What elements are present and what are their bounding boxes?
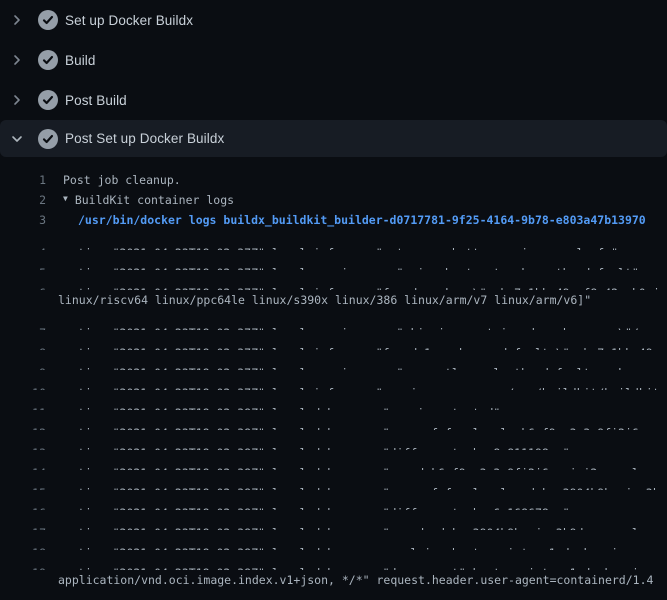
log-line: 10 time="2021-04-23T18:02:37Z" level=inf… xyxy=(0,370,667,390)
chevron-right-icon xyxy=(10,53,24,67)
log-line-text: Post job cleanup. xyxy=(46,170,181,190)
log-line: 19 time="2021-04-23T18:02:38Z" level=deb… xyxy=(0,550,667,570)
check-circle-icon xyxy=(38,90,58,110)
log-line-number[interactable]: 13 xyxy=(0,443,46,450)
log-line: 17 time="2021-04-23T18:02:38Z" level=deb… xyxy=(0,510,667,530)
log-line: 14 time="2021-04-23T18:02:38Z" level=deb… xyxy=(0,450,667,470)
log-line-number[interactable]: 14 xyxy=(0,463,46,470)
log-line-number[interactable]: 7 xyxy=(0,323,46,330)
log-line-number[interactable]: 10 xyxy=(0,383,46,390)
steps-list: Set up Docker Buildx Build Post Bu xyxy=(0,0,667,157)
log-line: 4 time="2021-04-23T18:02:37Z" level=info… xyxy=(0,230,667,250)
log-line: 11 time="2021-04-23T18:02:38Z" level=deb… xyxy=(0,390,667,410)
log-line-number[interactable]: 18 xyxy=(0,543,46,550)
log-line-text: time="2021-04-23T18:02:38Z" level=debug … xyxy=(46,423,660,430)
log-line-text: time="2021-04-23T18:02:38Z" level=debug … xyxy=(46,443,570,450)
log-line: 18 time="2021-04-23T18:02:38Z" level=deb… xyxy=(0,530,667,550)
step-label: Post Set up Docker Buildx xyxy=(65,131,224,146)
log-line-number[interactable]: 11 xyxy=(0,403,46,410)
log-line: 7 time="2021-04-23T18:02:37Z" level=warn… xyxy=(0,310,667,330)
log-line-number[interactable]: 5 xyxy=(0,263,46,270)
command-text: /usr/bin/docker logs buildx_buildkit_bui… xyxy=(46,210,646,230)
log-line-number[interactable]: 1 xyxy=(0,170,46,190)
log-line-text: time="2021-04-23T18:02:38Z" level=debug … xyxy=(46,503,570,510)
step-header-set-up-docker-buildx[interactable]: Set up Docker Buildx xyxy=(0,0,667,40)
log-line-text: time="2021-04-23T18:02:37Z" level=info m… xyxy=(46,283,660,290)
log-line-number[interactable]: 16 xyxy=(0,503,46,510)
log-line-number[interactable]: 8 xyxy=(0,343,46,350)
log-line-number[interactable]: 12 xyxy=(0,423,46,430)
log-line-number[interactable]: 4 xyxy=(0,243,46,250)
group-toggle[interactable]: ▼ BuildKit container logs xyxy=(46,190,234,210)
collapse-triangle-icon: ▼ xyxy=(63,190,68,209)
log-line-text: time="2021-04-23T18:02:38Z" level=debug … xyxy=(46,403,500,410)
log-line-number[interactable]: 9 xyxy=(0,363,46,370)
log-line: 16 time="2021-04-23T18:02:38Z" level=deb… xyxy=(0,490,667,510)
log-line-text: time="2021-04-23T18:02:37Z" level=warnin… xyxy=(46,263,639,270)
log-line-text: time="2021-04-23T18:02:37Z" level=info m… xyxy=(46,243,618,250)
log-line: 13 time="2021-04-23T18:02:38Z" level=deb… xyxy=(0,430,667,450)
chevron-down-icon xyxy=(10,132,24,146)
check-circle-icon xyxy=(38,129,58,149)
log-line-text: time="2021-04-23T18:02:37Z" level=info m… xyxy=(46,383,660,390)
step-header-post-set-up-docker-buildx[interactable]: Post Set up Docker Buildx xyxy=(0,120,667,157)
log-line-number[interactable]: 15 xyxy=(0,483,46,490)
log-line: 8 time="2021-04-23T18:02:37Z" level=info… xyxy=(0,330,667,350)
workflow-log-viewer: Set up Docker Buildx Build Post Bu xyxy=(0,0,667,600)
log-line: application/vnd.oci.image.index.v1+json,… xyxy=(0,570,667,590)
chevron-right-icon xyxy=(10,93,24,107)
log-line: 15 time="2021-04-23T18:02:38Z" level=deb… xyxy=(0,470,667,490)
step-label: Set up Docker Buildx xyxy=(65,13,193,28)
log-line: 5 time="2021-04-23T18:02:37Z" level=warn… xyxy=(0,250,667,270)
log-line-text: time="2021-04-23T18:02:38Z" level=debug … xyxy=(46,563,660,570)
log-line-number xyxy=(0,290,46,310)
log-line: 1 Post job cleanup. xyxy=(0,170,667,190)
log-line-number[interactable]: 17 xyxy=(0,523,46,530)
log-line-number[interactable]: 19 xyxy=(0,563,46,570)
log-line-text: time="2021-04-23T18:02:38Z" level=debug … xyxy=(46,483,660,490)
log-line-number[interactable]: 3 xyxy=(0,210,46,230)
log-line-text: time="2021-04-23T18:02:37Z" level=warnin… xyxy=(46,323,660,330)
log-line: 20 time="2021-04-23T18:02:38Z" level=deb… xyxy=(0,590,667,600)
log-line-text: time="2021-04-23T18:02:38Z" level=debug … xyxy=(46,463,660,470)
log-line-text: time="2021-04-23T18:02:38Z" level=debug … xyxy=(46,543,625,550)
log-area: 1 Post job cleanup. 2 ▼ BuildKit containe… xyxy=(0,157,667,600)
log-line: 6 time="2021-04-23T18:02:37Z" level=info… xyxy=(0,270,667,290)
log-line-text: time="2021-04-23T18:02:37Z" level=info m… xyxy=(46,343,660,350)
check-circle-icon xyxy=(38,50,58,70)
step-header-build[interactable]: Build xyxy=(0,40,667,80)
check-circle-icon xyxy=(38,10,58,30)
log-line: 3 /usr/bin/docker logs buildx_buildkit_b… xyxy=(0,210,667,230)
log-line-text: linux/riscv64 linux/ppc64le linux/s390x … xyxy=(46,290,591,310)
log-line-text: time="2021-04-23T18:02:37Z" level=warnin… xyxy=(46,363,660,370)
chevron-right-icon xyxy=(10,13,24,27)
log-line-number xyxy=(0,570,46,590)
log-line: 12 time="2021-04-23T18:02:38Z" level=deb… xyxy=(0,410,667,430)
log-line-text: time="2021-04-23T18:02:38Z" level=debug … xyxy=(46,523,660,530)
log-line: 9 time="2021-04-23T18:02:37Z" level=warn… xyxy=(0,350,667,370)
step-label: Build xyxy=(65,53,96,68)
log-line-number[interactable]: 2 xyxy=(0,190,46,210)
group-title: BuildKit container logs xyxy=(75,190,234,210)
step-label: Post Build xyxy=(65,93,127,108)
log-line-number[interactable]: 6 xyxy=(0,283,46,290)
log-line: 2 ▼ BuildKit container logs xyxy=(0,190,667,210)
log-line: linux/riscv64 linux/ppc64le linux/s390x … xyxy=(0,290,667,310)
log-line-text: application/vnd.oci.image.index.v1+json,… xyxy=(46,570,653,590)
step-header-post-build[interactable]: Post Build xyxy=(0,80,667,120)
